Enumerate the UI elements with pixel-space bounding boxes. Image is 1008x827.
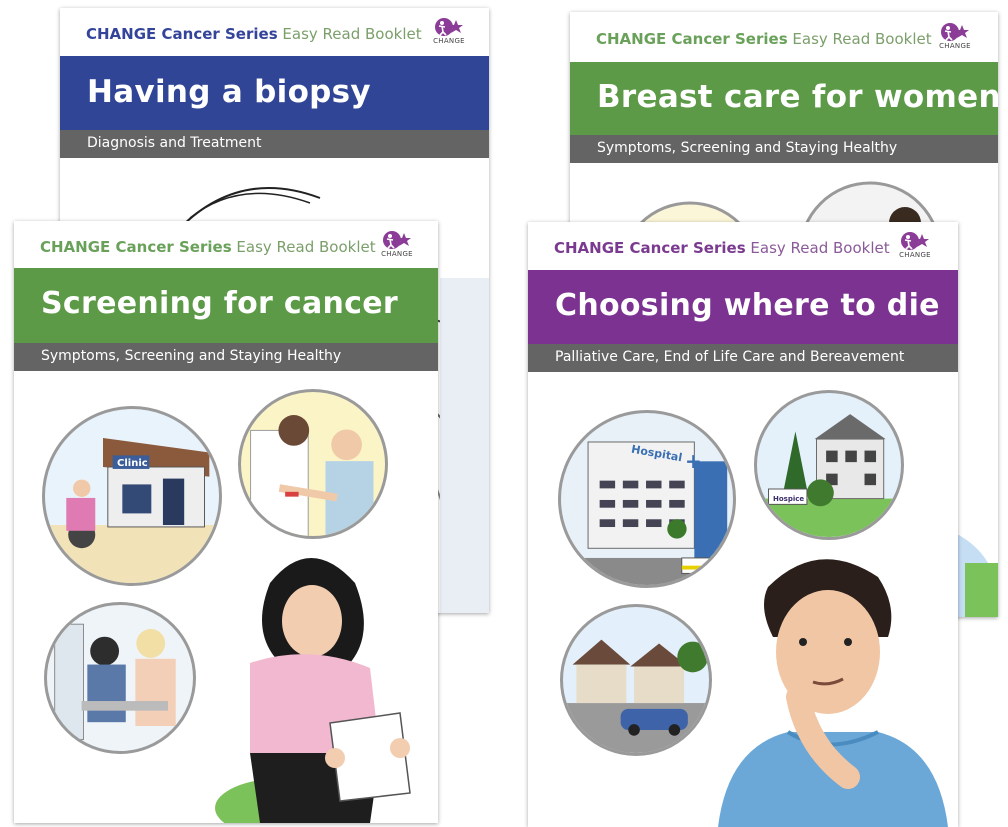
series-label: CHANGE Cancer Series Easy Read Booklet [40, 238, 376, 256]
series-label: CHANGE Cancer Series Easy Read Booklet [554, 239, 890, 257]
thinking-man-illustration [678, 547, 958, 827]
mammogram-illustration [44, 602, 196, 754]
hospice-sign-text: Hospice [773, 495, 805, 503]
subtitle-band: Symptoms, Screening and Staying Healthy [14, 343, 438, 371]
clinic-sign-text: Clinic [117, 458, 148, 469]
change-logo-icon: CHANGE [432, 16, 466, 50]
booklet-subtitle: Symptoms, Screening and Staying Healthy [597, 140, 898, 156]
series-rest: Easy Read Booklet [750, 239, 890, 257]
change-logo-icon: CHANGE [898, 230, 932, 264]
series-rest: Easy Read Booklet [236, 238, 376, 256]
title-band: Choosing where to die [528, 270, 958, 344]
clinic-illustration: Clinic [42, 406, 222, 586]
series-label: CHANGE Cancer Series Easy Read Booklet [596, 30, 932, 48]
series-header: CHANGE Cancer Series Easy Read Booklet C… [570, 12, 998, 62]
booklet-subtitle: Palliative Care, End of Life Care and Be… [555, 349, 905, 365]
series-label: CHANGE Cancer Series Easy Read Booklet [86, 25, 422, 43]
title-band: Having a biopsy [60, 56, 489, 130]
logo-text: CHANGE [433, 37, 465, 45]
subtitle-band: Palliative Care, End of Life Care and Be… [528, 344, 958, 372]
hospital-cross-icon: + [685, 449, 702, 473]
booklet-subtitle: Diagnosis and Treatment [87, 135, 262, 151]
logo-text: CHANGE [899, 251, 931, 259]
title-band: Screening for cancer [14, 268, 438, 343]
change-logo-icon: CHANGE [380, 229, 414, 263]
series-header: CHANGE Cancer Series Easy Read Booklet C… [60, 8, 489, 56]
booklet-title: Choosing where to die [555, 288, 940, 323]
subtitle-band: Symptoms, Screening and Staying Healthy [570, 135, 998, 163]
logo-text: CHANGE [381, 250, 413, 258]
series-header: CHANGE Cancer Series Easy Read Booklet C… [14, 221, 438, 268]
series-brand: CHANGE Cancer Series [40, 238, 232, 256]
woman-reading-illustration [210, 543, 428, 823]
subtitle-band: Diagnosis and Treatment [60, 130, 489, 158]
change-logo-icon: CHANGE [938, 21, 972, 55]
booklet-screening-for-cancer: CHANGE Cancer Series Easy Read Booklet C… [14, 221, 438, 823]
series-header: CHANGE Cancer Series Easy Read Booklet C… [528, 222, 958, 270]
logo-text: CHANGE [939, 42, 971, 50]
series-rest: Easy Read Booklet [282, 25, 422, 43]
title-band: Breast care for women [570, 62, 998, 135]
series-rest: Easy Read Booklet [792, 30, 932, 48]
series-brand: CHANGE Cancer Series [86, 25, 278, 43]
series-brand: CHANGE Cancer Series [596, 30, 788, 48]
booklet-title: Having a biopsy [87, 74, 371, 110]
booklet-choosing-where-to-die: CHANGE Cancer Series Easy Read Booklet C… [528, 222, 958, 827]
blood-test-illustration [238, 389, 388, 539]
booklet-subtitle: Symptoms, Screening and Staying Healthy [41, 348, 342, 364]
booklet-title: Breast care for women [597, 79, 998, 115]
series-brand: CHANGE Cancer Series [554, 239, 746, 257]
hospice-illustration: Hospice [754, 390, 904, 540]
booklet-title: Screening for cancer [41, 286, 399, 321]
